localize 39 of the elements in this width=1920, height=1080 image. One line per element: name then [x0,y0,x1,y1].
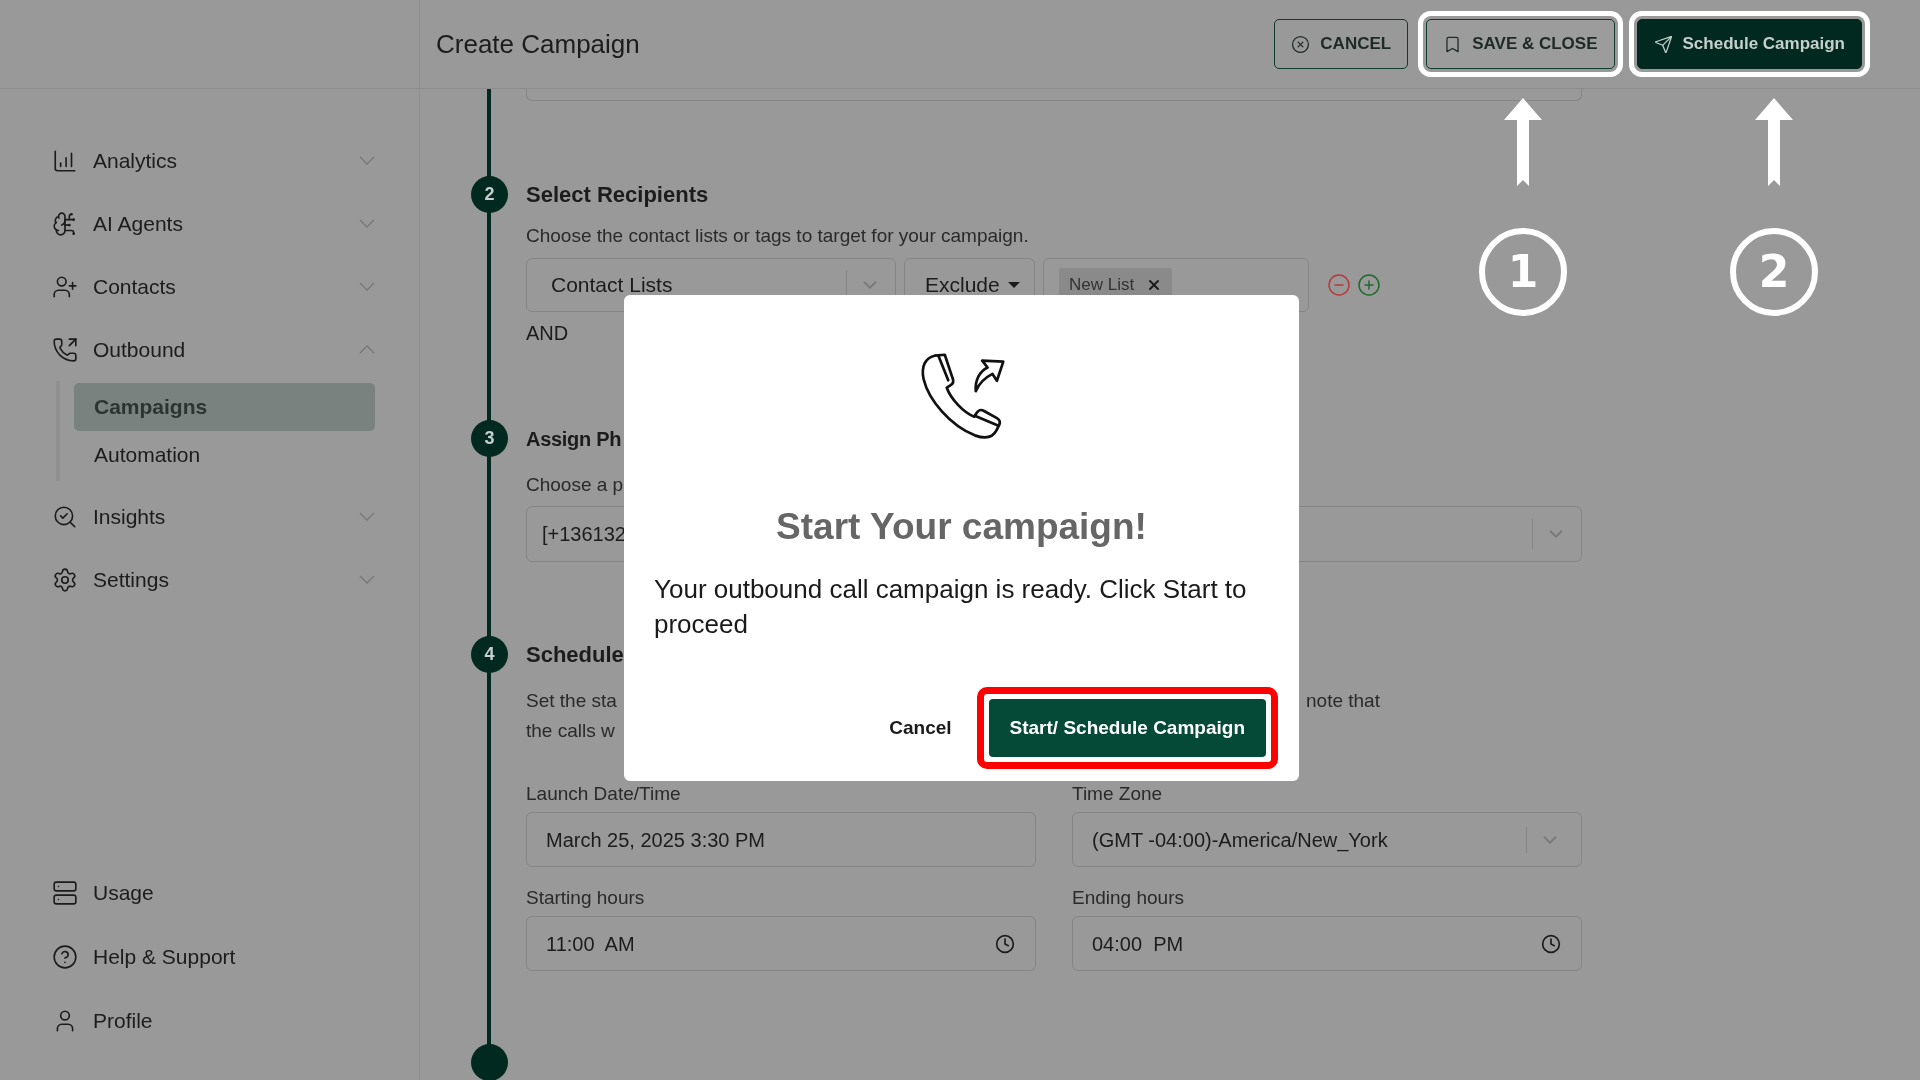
sidebar-item[interactable]: Profile [52,989,153,1053]
field-label: Time Zone [1072,783,1163,805]
time-field[interactable]: 04:00 PM [1072,916,1582,971]
step-number: 4 [471,636,508,673]
field-label: Ending hours [1072,887,1184,909]
submenu-item[interactable]: Campaigns [74,383,375,431]
page-title: Create Campaign [436,27,641,61]
step-number: 2 [471,176,508,213]
step-title: Assign Ph [526,426,622,452]
header-button[interactable]: CANCEL [1274,19,1409,69]
dialog-message: Your outbound call campaign is ready. Click Start to proceed [653,573,1248,641]
dialog-title: Start Your campaign! [776,505,1147,549]
callout-number: 2 [1730,228,1818,316]
submenu-item[interactable]: Automation [74,431,375,479]
sidebar-item[interactable]: Analytics [52,129,375,192]
sidebar-item[interactable]: Insights [52,485,375,548]
callout-number: 1 [1479,228,1567,316]
step-description: Set the sta [526,689,617,713]
step-description: the calls w [526,719,615,743]
field-label: Starting hours [526,887,645,909]
timezone-select[interactable]: (GMT -04:00)-America/New_York [1072,812,1582,867]
cancel-button[interactable]: Cancel [887,713,954,743]
sidebar-item[interactable]: Outbound [52,318,375,381]
sidebar-item[interactable]: Settings [52,548,375,611]
step-description: Choose the contact lists or tags to target for your campaign. [526,224,1030,248]
sidebar-item[interactable]: Usage [52,861,154,925]
time-field[interactable]: 11:00 AM [526,916,1036,971]
sidebar-item[interactable]: Contacts [52,255,375,318]
sidebar-item[interactable]: Help & Support [52,925,236,989]
step-description: note that [1306,689,1380,713]
field-label: Launch Date/Time [526,783,681,805]
step-number: 3 [471,420,508,457]
joiner-label: AND [526,321,570,346]
step-title: Schedule [526,641,624,669]
step-description: Choose a p [526,473,624,497]
sidebar-item[interactable]: AI Agents [52,192,375,255]
date-time-field[interactable]: March 25, 2025 3:30 PM [526,812,1036,867]
step-title: Select Recipients [526,181,710,209]
start-campaign-button[interactable]: Start/ Schedule Campaign [988,699,1266,757]
